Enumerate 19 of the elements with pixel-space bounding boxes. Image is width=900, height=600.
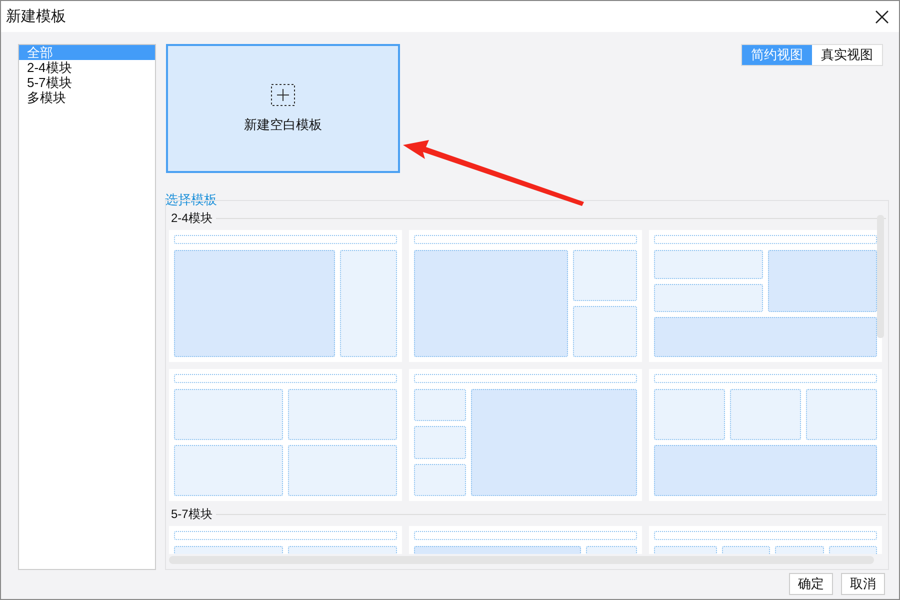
category-item[interactable]: 5-7模块 <box>19 75 155 90</box>
category-item[interactable]: 多模块 <box>19 90 155 105</box>
new-blank-template-card[interactable]: 新建空白模板 <box>166 44 400 173</box>
dialog-button[interactable]: 确定 <box>789 572 833 594</box>
template-layout-drawing[interactable] <box>409 369 642 501</box>
dialog-button[interactable]: 取消 <box>841 572 885 594</box>
view-tab[interactable]: 真实视图 <box>812 45 882 65</box>
window-title: 新建模板 <box>6 7 66 26</box>
section-heading: 2-4模块 <box>171 210 212 226</box>
template-layout-drawing[interactable] <box>169 230 402 362</box>
section-heading: 5-7模块 <box>171 506 212 522</box>
template-layout-drawing[interactable] <box>409 230 642 362</box>
vertical-scrollbar[interactable] <box>877 215 884 338</box>
template-layout-drawing[interactable] <box>649 369 882 501</box>
template-layout-drawing[interactable] <box>649 230 882 362</box>
close-icon[interactable] <box>875 10 889 24</box>
template-layout-drawing[interactable] <box>169 369 402 501</box>
category-item[interactable]: 2-4模块 <box>19 60 155 75</box>
plus-icon <box>271 84 295 106</box>
